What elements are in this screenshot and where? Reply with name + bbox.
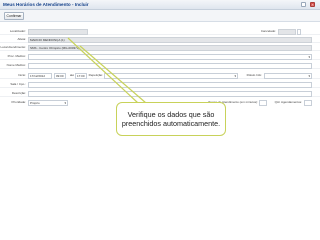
dialog-window: Meus Horários de Atendimento - Incluir ×…	[0, 0, 320, 240]
callout-box: Verifique os dados que são preenchidos a…	[116, 102, 226, 136]
